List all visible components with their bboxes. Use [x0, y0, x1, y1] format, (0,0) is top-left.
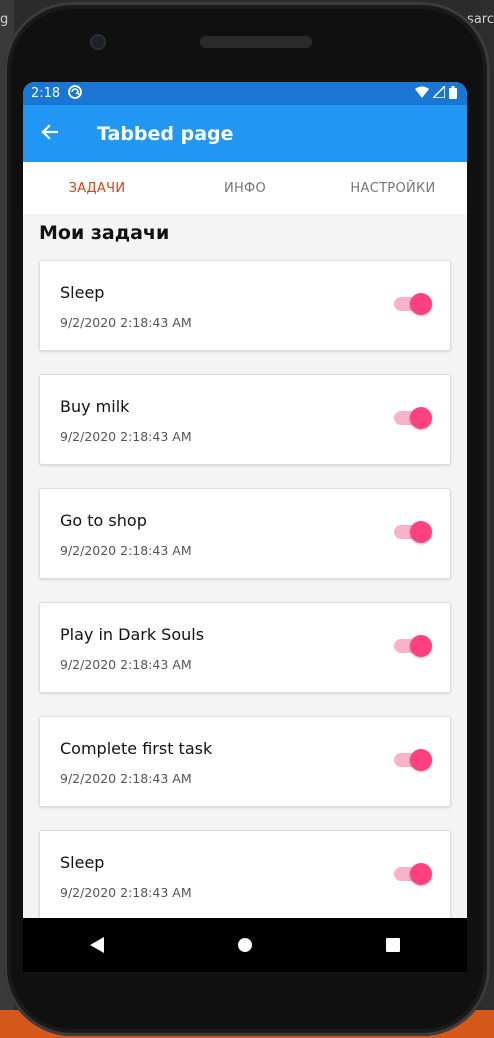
nav-home-icon	[238, 938, 252, 952]
task-card[interactable]: Buy milk 9/2/2020 2:18:43 AM	[39, 374, 451, 465]
nav-recent-button[interactable]	[373, 925, 413, 965]
task-card[interactable]: Complete first task 9/2/2020 2:18:43 AM	[39, 716, 451, 807]
task-date: 9/2/2020 2:18:43 AM	[60, 771, 192, 786]
task-date: 9/2/2020 2:18:43 AM	[60, 885, 192, 900]
nav-recent-icon	[386, 938, 400, 952]
task-date: 9/2/2020 2:18:43 AM	[60, 429, 192, 444]
task-title: Complete first task	[60, 739, 213, 758]
task-title: Buy milk	[60, 397, 130, 416]
app-bar: Tabbed page	[23, 105, 467, 162]
wifi-icon	[415, 86, 429, 101]
app-screen: 2:18 Tabbed page ЗАДАЧИ ИНФО НАСТРОЙКИ М…	[23, 82, 467, 918]
status-bar: 2:18	[23, 82, 467, 105]
task-title: Go to shop	[60, 511, 147, 530]
nav-home-button[interactable]	[225, 925, 265, 965]
page-title: Tabbed page	[97, 122, 234, 145]
tab-bar: ЗАДАЧИ ИНФО НАСТРОЙКИ	[23, 162, 467, 214]
tab-settings[interactable]: НАСТРОЙКИ	[319, 181, 467, 196]
task-card[interactable]: Sleep 9/2/2020 2:18:43 AM	[39, 260, 451, 351]
task-title: Sleep	[60, 283, 105, 302]
task-card[interactable]: Play in Dark Souls 9/2/2020 2:18:43 AM	[39, 602, 451, 693]
task-done-switch[interactable]	[394, 407, 432, 429]
task-done-switch[interactable]	[394, 863, 432, 885]
nav-back-button[interactable]	[77, 925, 117, 965]
task-done-switch[interactable]	[394, 635, 432, 657]
arrow-left-icon	[40, 121, 59, 146]
signal-icon	[431, 84, 446, 101]
sync-icon	[68, 84, 83, 103]
earpiece-speaker	[200, 36, 312, 48]
task-date: 9/2/2020 2:18:43 AM	[60, 315, 192, 330]
desktop-left-text: g	[0, 12, 9, 27]
front-camera	[90, 34, 106, 50]
system-nav-bar	[23, 918, 467, 972]
task-done-switch[interactable]	[394, 293, 432, 315]
task-card[interactable]: Go to shop 9/2/2020 2:18:43 AM	[39, 488, 451, 579]
task-card[interactable]: Sleep 9/2/2020 2:18:43 AM	[39, 830, 451, 918]
task-list-container: Мои задачи Sleep 9/2/2020 2:18:43 AM Buy…	[23, 220, 467, 918]
task-date: 9/2/2020 2:18:43 AM	[60, 657, 192, 672]
section-title: Мои задачи	[39, 222, 170, 244]
battery-icon	[449, 85, 457, 102]
task-title: Sleep	[60, 853, 105, 872]
back-button[interactable]	[23, 105, 75, 162]
nav-back-icon	[90, 937, 104, 953]
task-title: Play in Dark Souls	[60, 625, 205, 644]
tab-info[interactable]: ИНФО	[171, 181, 319, 196]
task-done-switch[interactable]	[394, 749, 432, 771]
tab-tasks[interactable]: ЗАДАЧИ	[23, 181, 171, 196]
task-done-switch[interactable]	[394, 521, 432, 543]
task-date: 9/2/2020 2:18:43 AM	[60, 543, 192, 558]
status-time: 2:18	[31, 86, 61, 101]
